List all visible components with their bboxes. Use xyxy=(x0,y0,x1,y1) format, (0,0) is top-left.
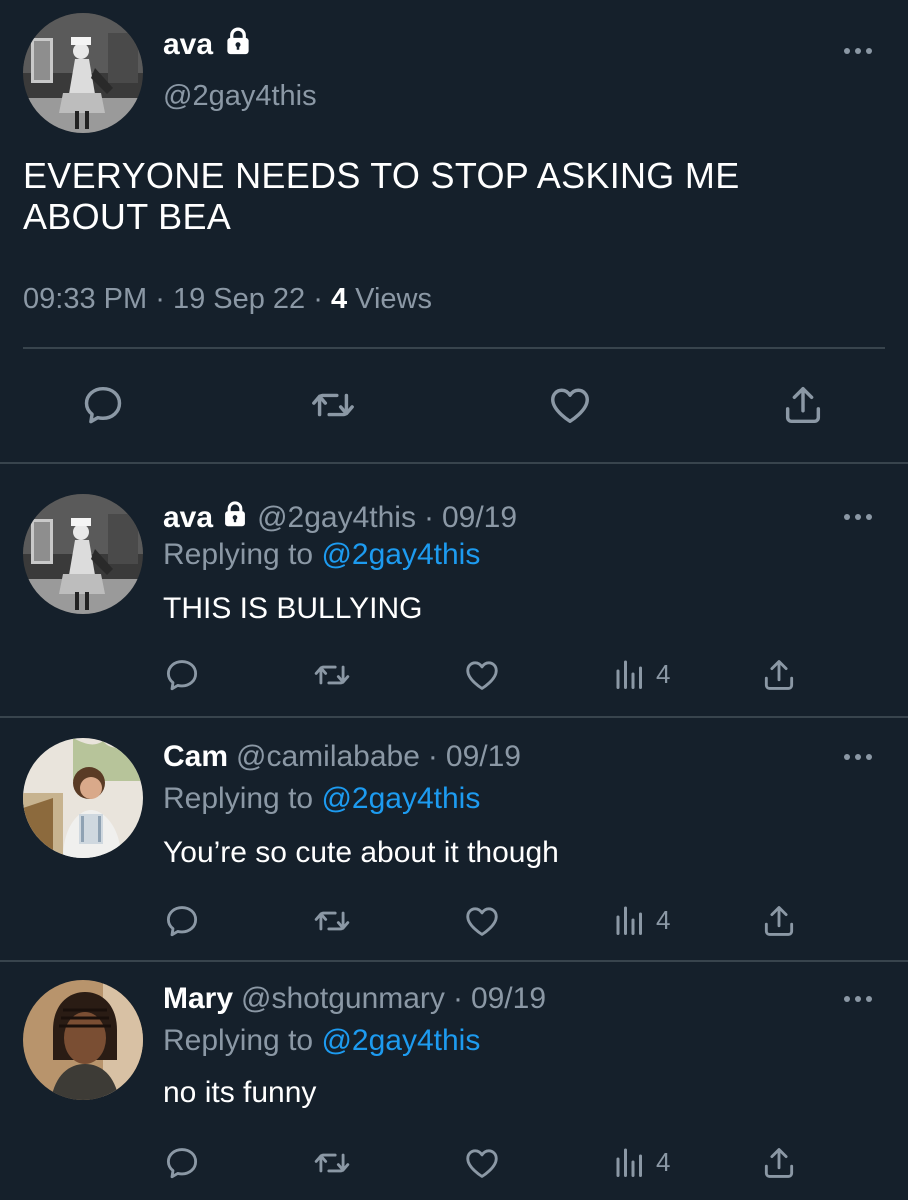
mention-link[interactable]: @2gay4this xyxy=(321,782,480,815)
divider xyxy=(23,347,885,349)
mention-link[interactable]: @2gay4this xyxy=(321,538,480,571)
avatar[interactable] xyxy=(23,494,143,614)
more-icon[interactable] xyxy=(844,754,872,762)
avatar[interactable] xyxy=(23,738,143,858)
replying-to: Replying to @2gay4this xyxy=(163,782,480,816)
main-tweet: ava @2gay4this EVERYONE NEEDS TO STOP AS… xyxy=(0,0,908,464)
avatar[interactable] xyxy=(23,13,143,133)
separator: · xyxy=(427,740,438,773)
avatar[interactable] xyxy=(23,980,143,1100)
tweet-time: 09:33 PM xyxy=(23,283,148,315)
views-label: Views xyxy=(355,283,433,315)
reply-text: You’re so cute about it though xyxy=(163,836,559,869)
like-icon[interactable] xyxy=(547,382,593,428)
tweet-meta: 09:33 PM · 19 Sep 22 · 4 Views xyxy=(23,283,432,316)
display-name[interactable]: ava xyxy=(163,500,249,536)
views-icon xyxy=(612,902,648,938)
like-icon[interactable] xyxy=(463,656,501,694)
reply-date: 09/19 xyxy=(470,982,547,1015)
display-name-text[interactable]: ava xyxy=(163,501,213,535)
retweet-icon[interactable] xyxy=(313,1144,351,1182)
share-icon[interactable] xyxy=(780,382,826,428)
like-icon[interactable] xyxy=(463,1144,501,1182)
reply-header: Mary @shotgunmary · 09/19 xyxy=(163,982,546,1016)
views-button[interactable]: 4 xyxy=(612,902,670,938)
retweet-icon[interactable] xyxy=(313,902,351,940)
reply-tweet[interactable]: Mary @shotgunmary · 09/19 Replying to @2… xyxy=(0,962,908,1200)
separator: · xyxy=(155,283,165,315)
share-icon[interactable] xyxy=(760,1144,798,1182)
views-count: 4 xyxy=(330,283,348,315)
reply-header: ava @2gay4this · 09/19 xyxy=(163,500,517,536)
views-icon xyxy=(612,1144,648,1180)
replying-prefix: Replying to xyxy=(163,538,314,571)
views-count: 4 xyxy=(656,1146,671,1177)
more-icon[interactable] xyxy=(844,996,872,1004)
display-name[interactable]: ava xyxy=(163,26,253,64)
display-name-text[interactable]: Mary xyxy=(163,982,233,1016)
separator: · xyxy=(423,501,434,534)
views-icon xyxy=(612,656,648,692)
reply-date: 09/19 xyxy=(445,740,521,773)
action-bar xyxy=(0,382,908,432)
reply-icon[interactable] xyxy=(163,656,201,694)
more-icon[interactable] xyxy=(844,514,872,522)
display-name-text[interactable]: Cam xyxy=(163,740,228,774)
replying-to: Replying to @2gay4this xyxy=(163,1024,480,1058)
lock-icon xyxy=(221,500,249,536)
reply-text: THIS IS BULLYING xyxy=(163,592,423,625)
reply-tweet[interactable]: ava @2gay4this · 09/19 Replying to @2gay… xyxy=(0,464,908,718)
reply-icon[interactable] xyxy=(80,382,126,428)
tweet-text: EVERYONE NEEDS TO STOP ASKING ME ABOUT B… xyxy=(23,155,740,237)
tweet-date: 19 Sep 22 xyxy=(172,283,306,315)
like-icon[interactable] xyxy=(463,902,501,940)
views-count: 4 xyxy=(656,904,671,935)
reply-icon[interactable] xyxy=(163,1144,201,1182)
separator: · xyxy=(313,283,323,315)
mention-link[interactable]: @2gay4this xyxy=(321,1024,480,1057)
share-icon[interactable] xyxy=(760,656,798,694)
display-name-text[interactable]: ava xyxy=(163,28,213,62)
display-name[interactable]: Cam xyxy=(163,740,228,774)
separator: · xyxy=(452,982,463,1015)
retweet-icon[interactable] xyxy=(313,656,351,694)
reply-header: Cam @camilababe · 09/19 xyxy=(163,740,521,774)
reply-date: 09/19 xyxy=(441,501,518,534)
views-button[interactable]: 4 xyxy=(612,656,670,692)
replying-prefix: Replying to xyxy=(163,1024,314,1057)
share-icon[interactable] xyxy=(760,902,798,940)
replying-to: Replying to @2gay4this xyxy=(163,538,480,572)
handle[interactable]: @2gay4this xyxy=(257,501,416,535)
views-count: 4 xyxy=(656,658,671,689)
replying-prefix: Replying to xyxy=(163,782,314,815)
handle[interactable]: @shotgunmary xyxy=(241,982,445,1016)
lock-icon xyxy=(223,26,253,64)
retweet-icon[interactable] xyxy=(310,382,356,428)
handle[interactable]: @2gay4this xyxy=(163,80,317,113)
reply-tweet[interactable]: Cam @camilababe · 09/19 Replying to @2ga… xyxy=(0,718,908,962)
reply-icon[interactable] xyxy=(163,902,201,940)
handle[interactable]: @camilababe xyxy=(236,740,420,774)
views-button[interactable]: 4 xyxy=(612,1144,670,1180)
reply-text: no its funny xyxy=(163,1076,317,1109)
more-icon[interactable] xyxy=(844,48,872,56)
display-name[interactable]: Mary xyxy=(163,982,233,1016)
